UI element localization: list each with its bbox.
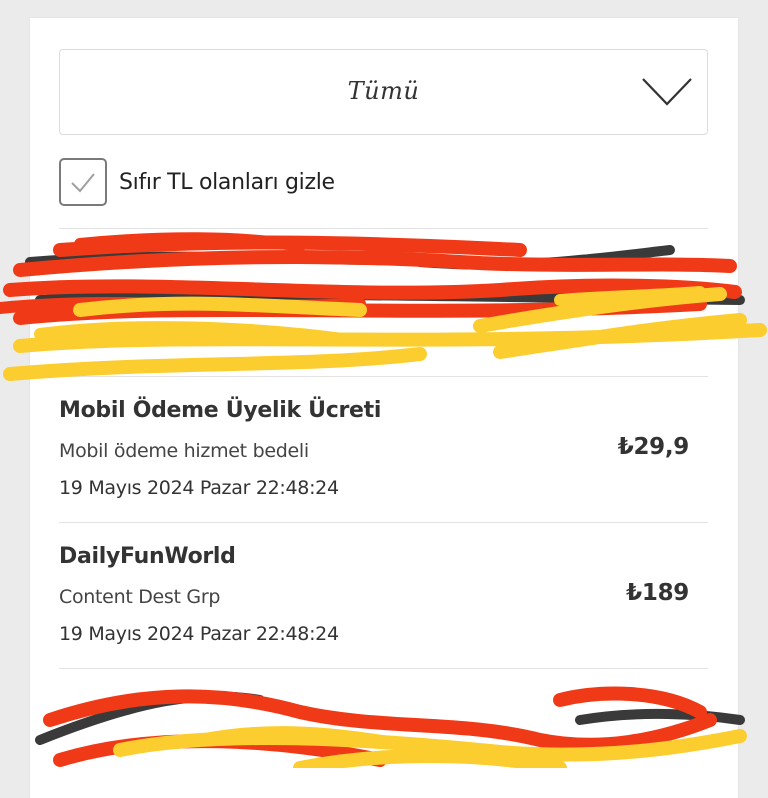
divider bbox=[59, 228, 708, 229]
transaction-date: 19 Mayıs 2024 Pazar 22:48:24 bbox=[59, 477, 339, 499]
transaction-description: Content Dest Grp bbox=[59, 586, 221, 608]
transaction-title: Mobil Ödeme Üyelik Ücreti bbox=[59, 398, 382, 423]
filter-dropdown[interactable]: Tümü bbox=[59, 49, 708, 135]
divider bbox=[59, 376, 708, 377]
transaction-item[interactable]: Mobil Ödeme Üyelik Ücreti Mobil ödeme hi… bbox=[59, 398, 708, 518]
hide-zero-row[interactable]: Sıfır TL olanları gizle bbox=[59, 156, 335, 208]
transaction-amount: ₺29,9 bbox=[617, 434, 690, 460]
transaction-date: 19 Mayıs 2024 Pazar 22:48:24 bbox=[59, 623, 339, 645]
hide-zero-checkbox[interactable] bbox=[59, 158, 107, 206]
transaction-description: Mobil ödeme hizmet bedeli bbox=[59, 440, 309, 462]
divider bbox=[59, 668, 708, 669]
transactions-card: Tümü Sıfır TL olanları gizle Mobil Ödeme… bbox=[30, 18, 738, 798]
chevron-down-icon bbox=[642, 78, 692, 106]
transaction-amount: ₺189 bbox=[626, 580, 689, 606]
transaction-title: DailyFunWorld bbox=[59, 544, 236, 569]
checkmark-icon bbox=[71, 173, 95, 193]
divider bbox=[59, 522, 708, 523]
hide-zero-label: Sıfır TL olanları gizle bbox=[119, 169, 335, 195]
transaction-item[interactable]: DailyFunWorld Content Dest Grp 19 Mayıs … bbox=[59, 544, 708, 664]
filter-selected-value: Tümü bbox=[347, 77, 420, 105]
